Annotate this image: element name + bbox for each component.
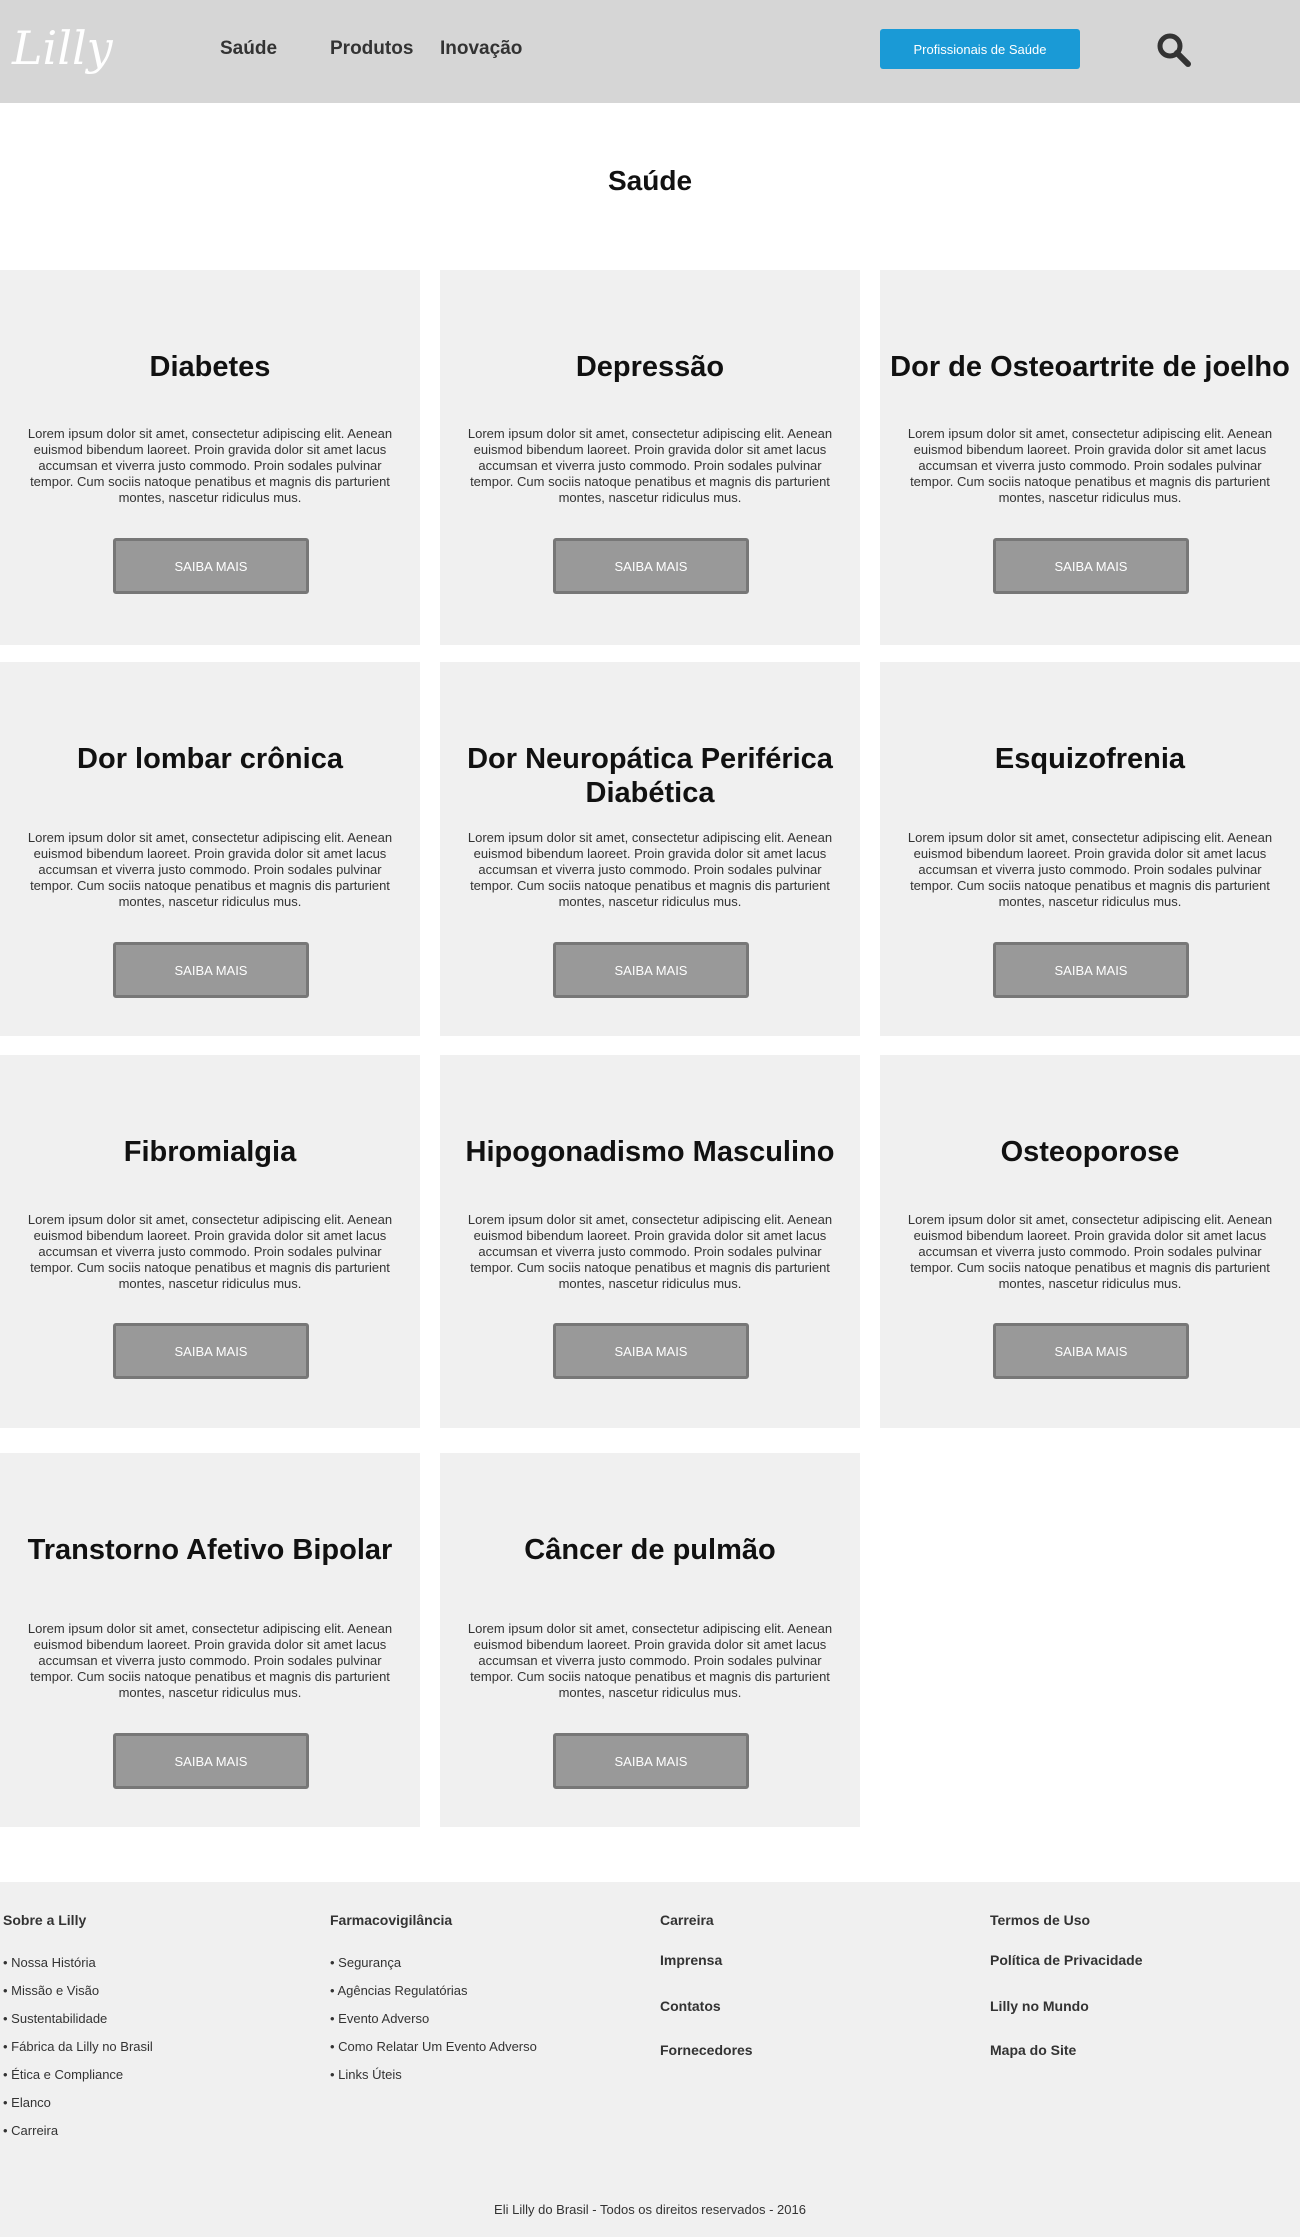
card-title: Depressão xyxy=(575,351,725,383)
footer-link-contatos[interactable]: Contatos xyxy=(660,1998,753,2042)
card-depressao: Depressão Lorem ipsum dolor sit amet, co… xyxy=(440,270,860,645)
saiba-mais-button[interactable]: SAIBA MAIS xyxy=(113,942,309,998)
footer-link[interactable]: • Segurança xyxy=(330,1954,537,1982)
card-title: Dor Neuropática Periférica Diabética xyxy=(467,743,833,809)
card-osteoartrite: Dor de Osteoartrite de joelho Lorem ipsu… xyxy=(880,270,1300,645)
footer-link[interactable]: • Evento Adverso xyxy=(330,2010,537,2038)
footer-col-sobre: Sobre a Lilly • Nossa História • Missão … xyxy=(3,1912,153,2150)
card-text: Lorem ipsum dolor sit amet, consectetur … xyxy=(27,1212,393,1291)
site-header: Lilly Saúde Produtos Inovação Profission… xyxy=(0,0,1300,103)
search-icon[interactable] xyxy=(1156,32,1192,68)
footer-link[interactable]: • Nossa História xyxy=(3,1954,153,1982)
footer-link[interactable]: • Ética e Compliance xyxy=(3,2066,153,2094)
card-text: Lorem ipsum dolor sit amet, consectetur … xyxy=(27,830,393,909)
card-title: Diabetes xyxy=(149,351,271,383)
footer-link[interactable]: • Sustentabilidade xyxy=(3,2010,153,2038)
footer-link-lilly-mundo[interactable]: Lilly no Mundo xyxy=(990,1998,1143,2042)
card-bipolar: Transtorno Afetivo Bipolar Lorem ipsum d… xyxy=(0,1453,420,1827)
card-dor-lombar: Dor lombar crônica Lorem ipsum dolor sit… xyxy=(0,662,420,1036)
card-cancer-pulmao: Câncer de pulmão Lorem ipsum dolor sit a… xyxy=(440,1453,860,1827)
footer-link-carreira[interactable]: Carreira xyxy=(660,1912,753,1952)
footer-link[interactable]: • Agências Regulatórias xyxy=(330,1982,537,2010)
footer-link-fornecedores[interactable]: Fornecedores xyxy=(660,2042,753,2058)
card-title: Hipogonadismo Masculino xyxy=(465,1136,835,1168)
footer-heading[interactable]: Farmacovigilância xyxy=(330,1912,537,1928)
svg-text:Lilly: Lilly xyxy=(11,21,114,75)
saiba-mais-button[interactable]: SAIBA MAIS xyxy=(553,1323,749,1379)
saiba-mais-button[interactable]: SAIBA MAIS xyxy=(113,538,309,594)
saiba-mais-button[interactable]: SAIBA MAIS xyxy=(993,942,1189,998)
card-text: Lorem ipsum dolor sit amet, consectetur … xyxy=(27,426,393,505)
card-text: Lorem ipsum dolor sit amet, consectetur … xyxy=(907,830,1273,909)
card-fibromialgia: Fibromialgia Lorem ipsum dolor sit amet,… xyxy=(0,1055,420,1428)
card-osteoporose: Osteoporose Lorem ipsum dolor sit amet, … xyxy=(880,1055,1300,1428)
card-title: Fibromialgia xyxy=(123,1136,297,1168)
saiba-mais-button[interactable]: SAIBA MAIS xyxy=(993,538,1189,594)
footer-link-imprensa[interactable]: Imprensa xyxy=(660,1952,753,1998)
card-text: Lorem ipsum dolor sit amet, consectetur … xyxy=(467,1621,833,1700)
footer-link-privacidade[interactable]: Política de Privacidade xyxy=(990,1952,1143,1998)
card-text: Lorem ipsum dolor sit amet, consectetur … xyxy=(907,426,1273,505)
card-text: Lorem ipsum dolor sit amet, consectetur … xyxy=(27,1621,393,1700)
footer-link-mapa-site[interactable]: Mapa do Site xyxy=(990,2042,1143,2058)
footer-link[interactable]: • Links Úteis xyxy=(330,2066,537,2094)
health-professionals-button[interactable]: Profissionais de Saúde xyxy=(880,29,1080,69)
card-esquizofrenia: Esquizofrenia Lorem ipsum dolor sit amet… xyxy=(880,662,1300,1036)
card-title: Esquizofrenia xyxy=(994,743,1186,775)
saiba-mais-button[interactable]: SAIBA MAIS xyxy=(553,538,749,594)
saiba-mais-button[interactable]: SAIBA MAIS xyxy=(553,1733,749,1789)
card-title: Câncer de pulmão xyxy=(524,1534,776,1566)
footer-link[interactable]: • Missão e Visão xyxy=(3,1982,153,2010)
card-hipogonadismo: Hipogonadismo Masculino Lorem ipsum dolo… xyxy=(440,1055,860,1428)
card-title: Osteoporose xyxy=(1000,1136,1180,1168)
nav-inovacao[interactable]: Inovação xyxy=(440,38,522,60)
card-text: Lorem ipsum dolor sit amet, consectetur … xyxy=(907,1212,1273,1291)
copyright: Eli Lilly do Brasil - Todos os direitos … xyxy=(494,2202,806,2217)
card-text: Lorem ipsum dolor sit amet, consectetur … xyxy=(467,830,833,909)
card-diabetes: Diabetes Lorem ipsum dolor sit amet, con… xyxy=(0,270,420,645)
nav-saude[interactable]: Saúde xyxy=(220,38,277,60)
card-text: Lorem ipsum dolor sit amet, consectetur … xyxy=(467,426,833,505)
page-title: Saúde xyxy=(607,165,693,196)
saiba-mais-button[interactable]: SAIBA MAIS xyxy=(113,1323,309,1379)
footer-col-links-2: Termos de Uso Política de Privacidade Li… xyxy=(990,1912,1143,2058)
footer-link[interactable]: • Carreira xyxy=(3,2122,153,2150)
saiba-mais-button[interactable]: SAIBA MAIS xyxy=(993,1323,1189,1379)
footer-col-farmacovigilancia: Farmacovigilância • Segurança • Agências… xyxy=(330,1912,537,2094)
card-title: Transtorno Afetivo Bipolar xyxy=(27,1534,393,1566)
footer-col-links-1: Carreira Imprensa Contatos Fornecedores xyxy=(660,1912,753,2058)
saiba-mais-button[interactable]: SAIBA MAIS xyxy=(113,1733,309,1789)
lilly-logo[interactable]: Lilly xyxy=(10,18,114,80)
footer-link[interactable]: • Como Relatar Um Evento Adverso xyxy=(330,2038,537,2066)
footer-link-termos[interactable]: Termos de Uso xyxy=(990,1912,1143,1952)
saiba-mais-button[interactable]: SAIBA MAIS xyxy=(553,942,749,998)
footer-heading[interactable]: Sobre a Lilly xyxy=(3,1912,153,1928)
footer-link[interactable]: • Fábrica da Lilly no Brasil xyxy=(3,2038,153,2066)
site-footer: Sobre a Lilly • Nossa História • Missão … xyxy=(0,1882,1300,2237)
card-title: Dor de Osteoartrite de joelho xyxy=(890,351,1290,383)
footer-link[interactable]: • Elanco xyxy=(3,2094,153,2122)
card-dor-neuropatica: Dor Neuropática Periférica Diabética Lor… xyxy=(440,662,860,1036)
card-text: Lorem ipsum dolor sit amet, consectetur … xyxy=(467,1212,833,1291)
nav-produtos[interactable]: Produtos xyxy=(330,38,413,60)
card-title: Dor lombar crônica xyxy=(77,743,343,775)
